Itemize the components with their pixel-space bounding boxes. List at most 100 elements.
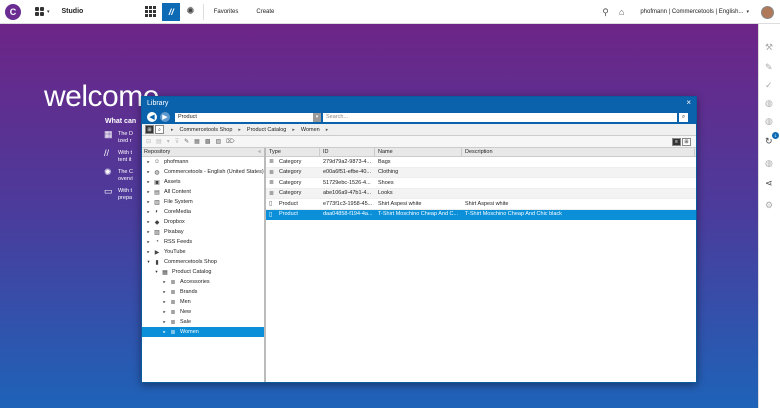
share-icon[interactable]: ⋖: [765, 178, 773, 189]
tree-item-label: Product Catalog: [172, 269, 212, 275]
tree-item[interactable]: ▸ ▣ Assets: [142, 177, 264, 187]
close-icon[interactable]: ×: [686, 98, 691, 107]
column-header-description[interactable]: Description: [462, 148, 695, 156]
top-right-tools: ⚲ ⌂ phofmann | Commercetools | English..…: [602, 0, 780, 24]
inbox-icon[interactable]: ⌂: [619, 7, 624, 17]
app-grid-icon[interactable]: [35, 7, 44, 16]
breadcrumb-item[interactable]: Commercetools Shop: [180, 127, 233, 133]
avatar[interactable]: [761, 5, 774, 19]
tree-item[interactable]: ▸ ▨ Pixabay: [142, 227, 264, 237]
chevron-right-icon[interactable]: ▸: [161, 319, 168, 325]
checkin-icon[interactable]: ▦: [194, 138, 200, 145]
tree-item[interactable]: ▸ ◍ Commercetools - English (United States…: [142, 167, 264, 177]
chevron-right-icon[interactable]: ▸: [145, 159, 152, 165]
tree-item[interactable]: ▸ ≣ Women: [142, 327, 264, 337]
withdraw-icon[interactable]: ▧: [216, 138, 222, 145]
create-button[interactable]: Create: [256, 9, 274, 15]
thumbnail-view-icon[interactable]: ⊞: [682, 138, 691, 146]
chevron-down-icon[interactable]: ▾: [145, 259, 152, 265]
back-icon[interactable]: ◀: [147, 112, 157, 122]
globe-icon[interactable]: ◍: [765, 116, 773, 127]
tree-item[interactable]: ▾ ▦ Product Catalog: [142, 267, 264, 277]
tree-view-toggle-icon[interactable]: ⊞: [145, 125, 154, 134]
pencil-icon[interactable]: ✎: [184, 138, 189, 145]
globe-icon[interactable]: ◍: [765, 158, 773, 169]
chevron-down-icon[interactable]: ▾: [47, 9, 50, 15]
sync-icon[interactable]: ↻: [765, 136, 773, 147]
tree-item[interactable]: ▸ ≣ Accessories: [142, 277, 264, 287]
tree-item[interactable]: ▸ ≣ New: [142, 307, 264, 317]
tree-item[interactable]: ▸ ≣ Sale: [142, 317, 264, 327]
column-header-name[interactable]: Name: [375, 148, 462, 156]
chevron-right-icon[interactable]: ▸: [145, 239, 152, 245]
breadcrumb-item[interactable]: Women: [301, 127, 320, 133]
workflow-icon[interactable]: ⚲: [602, 7, 609, 18]
chevron-right-icon[interactable]: ▸: [145, 199, 152, 205]
chevron-right-icon[interactable]: ▸: [161, 329, 168, 335]
favorites-button[interactable]: Favorites: [214, 9, 239, 15]
globe-icon[interactable]: ◍: [765, 98, 773, 109]
table-row[interactable]: ▯ Product daa04858-f194-4a... T-Shirt Mosch…: [266, 209, 696, 220]
pencil-icon[interactable]: ✎: [765, 62, 773, 73]
chevron-down-icon[interactable]: ▾: [746, 9, 749, 15]
search-icon[interactable]: ⌕: [679, 112, 688, 122]
table-row[interactable]: ≣ Category 279d79a2-9873-4... Bags: [266, 157, 696, 168]
tree-item[interactable]: ▸ ▤ All Content: [142, 187, 264, 197]
chevron-right-icon[interactable]: ▸: [145, 229, 152, 235]
publish-icon[interactable]: ▩: [205, 138, 211, 145]
chevron-right-icon[interactable]: ▸: [161, 289, 168, 295]
tree-item-label: Commercetools Shop: [164, 259, 217, 265]
column-header-id[interactable]: ID: [320, 148, 375, 156]
search-mode-icon[interactable]: ⌕: [155, 125, 164, 134]
coremedia-logo-icon[interactable]: C: [5, 3, 21, 20]
tree-item[interactable]: ▸ ≣ Brands: [142, 287, 264, 297]
tree-item[interactable]: ▸ ▥ File System: [142, 197, 264, 207]
list-view-icon[interactable]: ≡: [672, 138, 681, 146]
chevron-right-icon[interactable]: ▸: [145, 209, 152, 215]
settings-icon[interactable]: ⚙: [765, 200, 773, 211]
breadcrumb-separator: ▸: [292, 126, 295, 133]
chevron-down-icon[interactable]: ▾: [153, 269, 160, 275]
breadcrumb: ⊞ ⌕ ▸ Commercetools Shop ▸ Product Catal…: [142, 124, 696, 136]
chevron-right-icon[interactable]: ▸: [145, 219, 152, 225]
search-input[interactable]: Search...: [323, 112, 677, 122]
tree-item[interactable]: ▸ ≣ Men: [142, 297, 264, 307]
chevron-right-icon[interactable]: ▸: [145, 169, 152, 175]
tree-item[interactable]: ▸ ◔ RSS Feeds: [142, 237, 264, 247]
chevron-right-icon[interactable]: ▸: [161, 309, 168, 315]
commercetools-tab-icon[interactable]: //: [162, 2, 181, 21]
new-content-icon[interactable]: ▤: [156, 138, 162, 145]
forward-icon[interactable]: ▶: [160, 112, 170, 122]
top-bar: C ▾ Studio // ✺ Favorites Create ⚲ ⌂ pho…: [0, 0, 780, 24]
collapse-icon[interactable]: «: [258, 149, 261, 155]
content-type-select[interactable]: Product ▾: [175, 112, 321, 122]
table-row[interactable]: ≣ Category abe106a9-47b1-4... Looks: [266, 188, 696, 199]
delete-icon[interactable]: ⌦: [226, 138, 234, 145]
apps-icon[interactable]: [145, 6, 157, 17]
column-header-type[interactable]: Type: [266, 148, 320, 156]
tree-item[interactable]: ▸ ◐ CoreMedia: [142, 207, 264, 217]
tools-icon[interactable]: ⚒: [765, 42, 773, 53]
user-menu[interactable]: phofmann | Commercetools | English...: [640, 9, 743, 15]
chevron-right-icon[interactable]: ▸: [161, 299, 168, 305]
chevron-right-icon[interactable]: ▸: [145, 249, 152, 255]
chevron-down-icon[interactable]: ▾: [313, 112, 321, 122]
check-icon[interactable]: ✓: [765, 80, 773, 91]
chevron-down-icon[interactable]: ▾: [167, 138, 170, 145]
tree-item[interactable]: ▾ ▮ Commercetools Shop: [142, 257, 264, 267]
cell-description: Shirt Aspesi white: [465, 200, 509, 207]
sun-icon[interactable]: ✺: [186, 6, 194, 17]
chevron-right-icon[interactable]: ▸: [145, 179, 152, 185]
table-row[interactable]: ≣ Category e00a6f51-efbe-40... Clothing: [266, 167, 696, 178]
table-row[interactable]: ≣ Category 51729ebc-1526-4... Shoes: [266, 178, 696, 189]
library-titlebar[interactable]: Library ×: [142, 97, 696, 110]
create-folder-icon[interactable]: ⊟: [146, 138, 151, 145]
tree-item[interactable]: ▸ ☺ phofmann: [142, 157, 264, 167]
chevron-right-icon[interactable]: ▸: [161, 279, 168, 285]
chevron-right-icon[interactable]: ▸: [145, 189, 152, 195]
filter-icon[interactable]: ⊽: [175, 138, 179, 145]
table-row[interactable]: ▯ Product e773f1c3-1958-45... Shirt Aspesi …: [266, 199, 696, 210]
tree-item[interactable]: ▸ ◆ Dropbox: [142, 217, 264, 227]
tree-item[interactable]: ▸ ▶ YouTube: [142, 247, 264, 257]
breadcrumb-item[interactable]: Product Catalog: [247, 127, 286, 133]
